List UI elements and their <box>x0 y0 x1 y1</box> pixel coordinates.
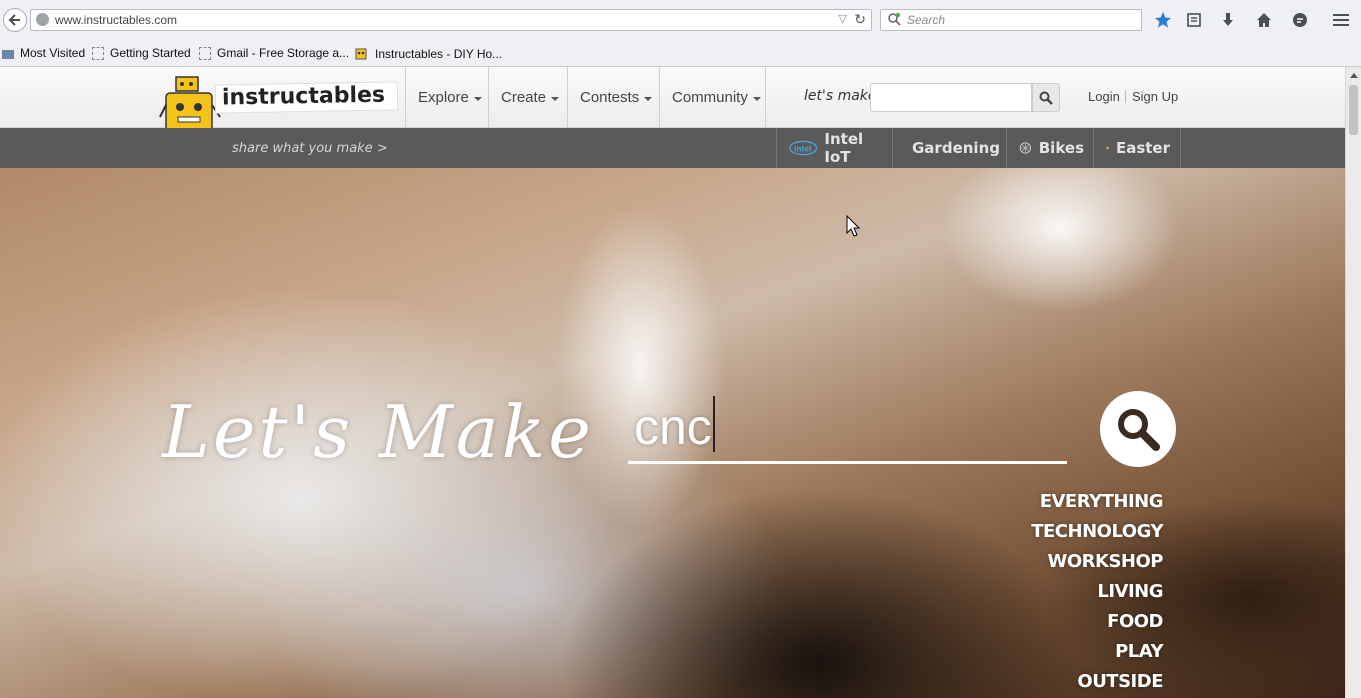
channel-easter[interactable]: Easter <box>1093 128 1181 168</box>
nav-label: Community <box>672 89 748 106</box>
search-engine-icon <box>888 12 901 26</box>
caret-down-icon <box>752 96 761 101</box>
home-icon[interactable] <box>1254 10 1274 30</box>
scroll-up-arrow-icon[interactable] <box>1350 73 1358 78</box>
hero-title: Let's Make <box>162 390 594 474</box>
text-cursor <box>712 396 715 452</box>
channel-bikes[interactable]: Bikes <box>1006 128 1094 168</box>
channel-label: Gardening <box>912 139 1000 157</box>
channel-label: Easter <box>1115 139 1170 157</box>
bookmarks-bar: Most Visited Getting Started Gmail - Fre… <box>0 40 1361 67</box>
chat-icon[interactable] <box>1290 10 1310 30</box>
arrow-left-icon <box>8 14 20 26</box>
bookmark-instructables[interactable]: Instructables - DIY Ho... <box>353 46 502 61</box>
caret-down-icon <box>473 96 482 101</box>
channel-label: Intel IoT <box>824 130 864 166</box>
nav-label: Create <box>501 89 547 106</box>
header-search-button[interactable] <box>1032 83 1060 112</box>
site-logo[interactable]: instructables <box>214 81 399 114</box>
nav-label: Contests <box>580 89 640 106</box>
browser-search-placeholder: Search <box>907 13 946 27</box>
page-scrollbar[interactable] <box>1345 67 1361 698</box>
caret-down-icon <box>644 96 653 101</box>
search-icon <box>1039 91 1053 105</box>
mouse-cursor-icon <box>846 215 860 237</box>
bookmark-label: Gmail - Free Storage a... <box>217 46 350 60</box>
hero-search-input[interactable]: cnc <box>634 396 1064 458</box>
nav-label: Explore <box>418 89 469 106</box>
scrollbar-thumb[interactable] <box>1349 85 1358 135</box>
hero-search-value: cnc <box>634 399 712 455</box>
category-food[interactable]: FOOD <box>1107 611 1163 632</box>
magnifier-icon <box>1118 409 1160 451</box>
bookmark-label: Most Visited <box>20 46 86 60</box>
channel-bar: share what you make > intel Intel IoT Ga… <box>0 128 1345 168</box>
bookmark-most-visited[interactable]: Most Visited <box>2 46 85 60</box>
nav-explore[interactable]: Explore <box>405 67 489 128</box>
intel-icon: intel <box>789 140 818 156</box>
history-dropdown-icon[interactable]: ▽ <box>839 12 847 25</box>
category-workshop[interactable]: WORKSHOP <box>1048 551 1164 572</box>
url-text: www.instructables.com <box>55 13 178 27</box>
channel-intel-iot[interactable]: intel Intel IoT <box>776 128 893 168</box>
page-icon <box>199 46 211 60</box>
hero-banner: Let's Make cnc EVERYTHING TECHNOLOGY WOR… <box>0 168 1345 698</box>
login-link[interactable]: Login <box>1088 89 1120 104</box>
wheel-icon <box>1019 142 1032 154</box>
header-search-input[interactable] <box>870 83 1032 112</box>
tagline[interactable]: share what you make > <box>232 141 388 156</box>
bookmarks-menu-icon[interactable] <box>1184 10 1204 30</box>
robot-favicon-icon <box>355 48 367 60</box>
nav-community[interactable]: Community <box>659 67 766 128</box>
channel-gardening[interactable]: Gardening <box>892 128 1007 168</box>
folder-icon <box>2 49 14 59</box>
header-search-label: let's make <box>804 88 877 104</box>
bookmark-label: Getting Started <box>110 46 191 60</box>
hero-search-underline <box>628 461 1067 464</box>
category-living[interactable]: LIVING <box>1097 581 1163 602</box>
nav-create[interactable]: Create <box>488 67 568 128</box>
hero-background-shadow <box>560 488 1080 698</box>
bookmark-getting-started[interactable]: Getting Started <box>92 46 191 60</box>
category-play[interactable]: PLAY <box>1115 641 1163 662</box>
reload-icon[interactable]: ↻ <box>854 11 866 28</box>
hero-search-button[interactable] <box>1100 391 1176 467</box>
browser-toolbar: www.instructables.com ▽ ↻ Search <box>0 0 1361 40</box>
category-technology[interactable]: TECHNOLOGY <box>1031 521 1163 542</box>
auth-divider <box>1125 90 1126 103</box>
nav-contests[interactable]: Contests <box>567 67 660 128</box>
back-button[interactable] <box>3 8 27 32</box>
egg-icon <box>1106 146 1109 150</box>
bookmark-gmail[interactable]: Gmail - Free Storage a... <box>199 46 349 60</box>
bookmark-label: Instructables - DIY Ho... <box>375 46 503 61</box>
globe-icon <box>36 13 49 26</box>
url-bar[interactable]: www.instructables.com ▽ ↻ <box>30 9 872 31</box>
channel-label: Bikes <box>1038 139 1084 157</box>
signup-link[interactable]: Sign Up <box>1132 89 1178 104</box>
category-outside[interactable]: OUTSIDE <box>1077 671 1163 692</box>
download-icon[interactable] <box>1218 10 1238 30</box>
bookmark-star-icon[interactable] <box>1153 10 1173 30</box>
page-icon <box>92 46 104 60</box>
svg-text:intel: intel <box>794 143 811 153</box>
hamburger-menu-icon[interactable] <box>1331 10 1351 30</box>
browser-search-field[interactable]: Search <box>880 9 1142 31</box>
category-everything[interactable]: EVERYTHING <box>1040 491 1164 512</box>
site-header: instructables Explore Create Contests Co… <box>0 67 1345 156</box>
caret-down-icon <box>551 96 560 101</box>
